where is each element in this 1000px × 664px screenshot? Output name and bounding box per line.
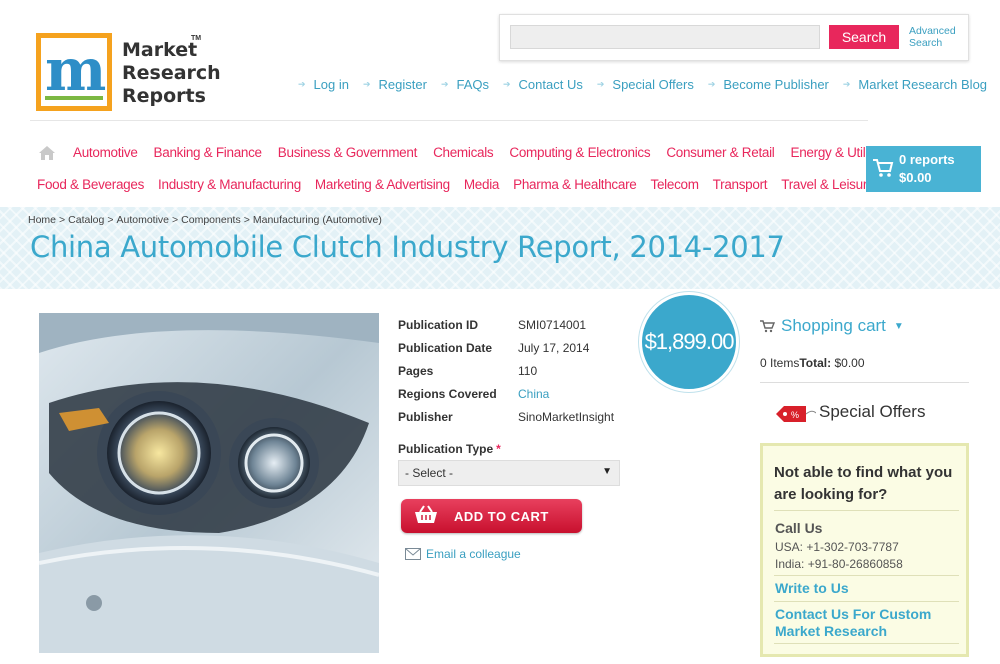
top-link[interactable]: ➔ Contact Us xyxy=(503,77,583,92)
help-divider xyxy=(774,510,959,511)
product-details: Publication ID SMI0714001 Publication Date… xyxy=(398,313,614,428)
write-to-us-link[interactable]: Write to Us xyxy=(775,580,849,597)
top-link[interactable]: ➔ Register xyxy=(363,77,427,92)
category-nav-row2: Food & Beverages Industry & Manufacturing… xyxy=(37,177,875,192)
price-badge: $1,899.00 xyxy=(639,292,739,392)
category-link[interactable]: Media xyxy=(464,177,500,192)
category-link[interactable]: Computing & Electronics xyxy=(509,145,650,160)
arrow-right-icon: ➔ xyxy=(707,79,716,89)
arrow-right-icon: ➔ xyxy=(440,79,449,89)
category-link[interactable]: Consumer & Retail xyxy=(666,145,775,160)
arrow-right-icon: ➔ xyxy=(298,79,306,89)
detail-value[interactable]: China xyxy=(518,387,549,401)
publication-type-label: Publication Type * xyxy=(398,442,501,456)
logo-wordmark: Market Research Reports xyxy=(122,39,221,107)
detail-label: Regions Covered xyxy=(398,386,497,401)
help-divider xyxy=(774,643,959,644)
breadcrumb-item[interactable]: Catalog xyxy=(68,214,104,226)
logo-mark: m xyxy=(36,33,112,111)
top-link[interactable]: ➔ Become Publisher xyxy=(708,77,829,92)
category-link[interactable]: Transport xyxy=(713,177,768,192)
svg-text:%: % xyxy=(791,410,799,420)
header-divider xyxy=(30,120,868,121)
detail-row: Publisher SinoMarketInsight xyxy=(398,405,614,428)
category-link[interactable]: Industry & Manufacturing xyxy=(158,177,301,192)
arrow-right-icon: ➔ xyxy=(362,79,371,89)
add-to-cart-button[interactable]: ADD TO CART xyxy=(401,499,582,533)
header-cart-button[interactable]: 0 reports $0.00 xyxy=(866,146,981,192)
detail-label: Publication ID xyxy=(398,317,479,332)
cart-summary: 0 ItemsTotal: $0.00 xyxy=(760,356,865,370)
top-link[interactable]: ➔ Market Research Blog xyxy=(843,77,987,92)
top-link[interactable]: ➔ Log in xyxy=(298,77,349,92)
search-input[interactable] xyxy=(510,25,820,49)
cart-icon xyxy=(760,319,775,332)
breadcrumb-item: Manufacturing (Automotive) xyxy=(252,214,382,226)
arrow-right-icon: ➔ xyxy=(596,79,605,89)
category-nav-row1: Automotive Banking & Finance Business & Go… xyxy=(73,145,888,160)
breadcrumb: Home > Catalog > Automotive > Components > Manuf… xyxy=(28,214,382,226)
cart-count: 0 reports xyxy=(899,152,955,167)
email-colleague-link[interactable]: Email a colleague xyxy=(405,547,521,561)
breadcrumb-item[interactable]: Automotive xyxy=(117,214,170,226)
custom-research-link[interactable]: Contact Us For Custom Market Research xyxy=(775,606,960,640)
detail-row: Publication ID SMI0714001 xyxy=(398,313,614,336)
arrow-right-icon: ➔ xyxy=(842,79,851,89)
detail-value: SMI0714001 xyxy=(518,317,587,332)
category-link[interactable]: Travel & Leisure xyxy=(781,177,874,192)
detail-label: Pages xyxy=(398,363,434,378)
basket-icon xyxy=(415,505,437,523)
cart-total: $0.00 xyxy=(899,170,932,185)
category-link[interactable]: Telecom xyxy=(651,177,699,192)
envelope-icon xyxy=(405,548,421,560)
chevron-down-icon: ▼ xyxy=(602,466,612,477)
arrow-right-icon: ➔ xyxy=(503,79,511,89)
category-link[interactable]: Food & Beverages xyxy=(37,177,144,192)
help-divider xyxy=(774,601,959,602)
shopping-cart-heading[interactable]: Shopping cart ▼ xyxy=(760,316,904,336)
category-link[interactable]: Chemicals xyxy=(433,145,494,160)
search-button[interactable]: Search xyxy=(829,25,899,49)
car-headlight-illustration xyxy=(39,313,379,653)
detail-row: Publication Date July 17, 2014 xyxy=(398,336,614,359)
detail-row: Pages 110 xyxy=(398,359,614,382)
category-link[interactable]: Pharma & Healthcare xyxy=(513,177,637,192)
help-question: Not able to find what you are looking fo… xyxy=(774,464,953,503)
product-image xyxy=(39,313,379,653)
phone-usa: USA: +1-302-703-7787 xyxy=(775,540,899,554)
advanced-search-link[interactable]: Advanced Search xyxy=(909,25,969,49)
top-links: ➔ Log in ➔ Register ➔ FAQs ➔ Contact Us ➔ Special… xyxy=(298,77,1000,92)
site-logo[interactable]: m Market Research Reports TM xyxy=(36,33,221,111)
home-icon[interactable] xyxy=(38,145,56,161)
page-title: China Automobile Clutch Industry Report,… xyxy=(30,230,785,264)
breadcrumb-item[interactable]: Components xyxy=(181,214,241,226)
help-box: Not able to find what you are looking fo… xyxy=(760,443,969,657)
top-link[interactable]: ➔ Special Offers xyxy=(597,77,694,92)
top-link[interactable]: ➔ FAQs xyxy=(441,77,489,92)
discount-tag-icon: % xyxy=(776,406,816,422)
category-link[interactable]: Automotive xyxy=(73,145,138,160)
search-panel: Search Advanced Search xyxy=(499,14,969,61)
phone-india: India: +91-80-26860858 xyxy=(775,557,903,571)
category-link[interactable]: Marketing & Advertising xyxy=(315,177,450,192)
cart-icon xyxy=(873,159,894,177)
breadcrumb-item[interactable]: Home xyxy=(28,214,56,226)
detail-label: Publisher xyxy=(398,409,453,424)
caret-down-icon: ▼ xyxy=(893,320,904,332)
category-link[interactable]: Banking & Finance xyxy=(154,145,263,160)
trademark-mark: TM xyxy=(191,35,202,42)
publication-type-select[interactable]: - Select - ▼ xyxy=(398,460,620,486)
special-offers-link[interactable]: Special Offers xyxy=(819,402,925,422)
detail-label: Publication Date xyxy=(398,340,493,355)
call-us-heading: Call Us xyxy=(775,520,823,536)
sidebar-divider xyxy=(760,382,969,383)
detail-value: 110 xyxy=(518,363,538,378)
detail-value: SinoMarketInsight xyxy=(518,409,615,424)
help-divider xyxy=(774,575,959,576)
detail-value: July 17, 2014 xyxy=(518,340,590,355)
category-link[interactable]: Business & Government xyxy=(278,145,418,160)
detail-row: Regions Covered China xyxy=(398,382,614,405)
